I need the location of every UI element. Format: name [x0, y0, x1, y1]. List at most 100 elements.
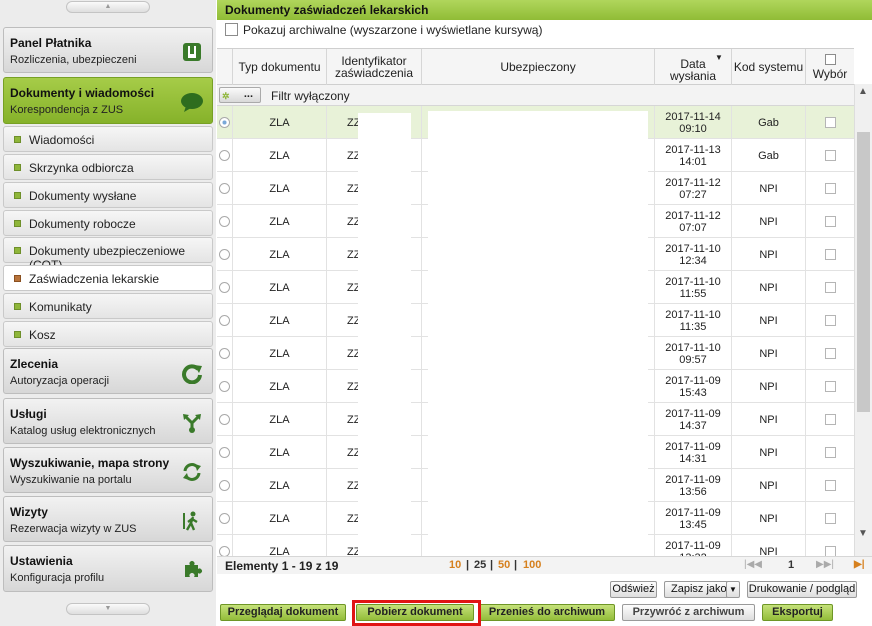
header-type[interactable]: Typ dokumentu: [233, 49, 327, 85]
panel-subtitle: Korespondencja z ZUS: [10, 104, 124, 116]
panel-title: Wizyty: [10, 505, 48, 519]
scroll-down-icon[interactable]: ▼: [858, 528, 868, 539]
panel-wizyty[interactable]: Wizyty Rezerwacja wizyty w ZUS: [3, 496, 213, 542]
page-size-50[interactable]: 50: [498, 559, 510, 571]
sidebar-item-cot[interactable]: Dokumenty ubezpieczeniowe (COT): [3, 237, 213, 272]
row-checkbox[interactable]: [824, 216, 836, 227]
row-checkbox[interactable]: [824, 315, 836, 326]
page-size-10[interactable]: 10: [449, 559, 461, 571]
sidebar-scroll-down-button[interactable]: ▼: [66, 603, 150, 615]
panel-uslugi[interactable]: Usługi Katalog usług elektronicznych: [3, 398, 213, 444]
sidebar-item-skrzynka[interactable]: Skrzynka odbiorcza: [3, 154, 213, 180]
row-radio[interactable]: [219, 447, 230, 458]
row-radio[interactable]: [219, 315, 230, 326]
cell-select: [806, 403, 854, 436]
cell-date-day: 2017-11-09: [665, 506, 721, 519]
scroll-thumb[interactable]: [857, 132, 870, 412]
save-as-dropdown[interactable]: ▼: [726, 581, 740, 598]
row-checkbox[interactable]: [824, 183, 836, 194]
row-checkbox[interactable]: [824, 447, 836, 458]
save-as-button[interactable]: Zapisz jako: [664, 581, 728, 598]
row-radio[interactable]: [219, 150, 230, 161]
archive-toggle[interactable]: Pokazuj archiwalne (wyszarzone i wyświet…: [225, 22, 542, 40]
row-checkbox[interactable]: [824, 513, 836, 524]
sidebar-item-label: Skrzynka odbiorcza: [29, 161, 134, 175]
cell-date: 2017-11-0913:32: [655, 535, 732, 556]
cell-date-day: 2017-11-12: [665, 209, 721, 222]
main-panel: Dokumenty zaświadczeń lekarskich Pokazuj…: [217, 0, 872, 626]
bullet-icon: [14, 331, 21, 338]
cell-select: [806, 304, 854, 337]
cell-type: ZLA: [233, 238, 327, 271]
cell-system: NPI: [732, 238, 806, 271]
cell-select: [806, 172, 854, 205]
row-radio[interactable]: [219, 381, 230, 392]
sidebar-scroll-up-button[interactable]: ▲: [66, 1, 150, 13]
speech-bubble-icon: [180, 90, 204, 114]
move-to-archive-button[interactable]: Przenieś do archiwum: [479, 604, 615, 621]
sidebar-item-robocze[interactable]: Dokumenty robocze: [3, 210, 213, 236]
row-checkbox[interactable]: [824, 348, 836, 359]
sidebar-item-komunikaty[interactable]: Komunikaty: [3, 293, 213, 319]
row-checkbox[interactable]: [824, 414, 836, 425]
browse-document-button[interactable]: Przeglądaj dokument: [220, 604, 346, 621]
panel-dokumenty[interactable]: Dokumenty i wiadomości Korespondencja z …: [3, 77, 213, 124]
sidebar-item-zaswiadczenia[interactable]: Zaświadczenia lekarskie: [3, 265, 213, 291]
row-radio[interactable]: [219, 513, 230, 524]
row-radio[interactable]: [219, 480, 230, 491]
header-date[interactable]: ▼ Data wysłania: [655, 49, 732, 85]
cell-select: [806, 337, 854, 370]
table-scrollbar[interactable]: ▲ ▼: [854, 84, 872, 556]
panel-zlecenia[interactable]: Zlecenia Autoryzacja operacji: [3, 348, 213, 394]
cell-system: NPI: [732, 172, 806, 205]
sidebar-item-label: Wiadomości: [29, 133, 95, 147]
select-all-checkbox[interactable]: [824, 54, 836, 65]
row-radio[interactable]: [219, 546, 230, 556]
row-radio[interactable]: [219, 348, 230, 359]
row-checkbox[interactable]: [824, 381, 836, 392]
row-radio[interactable]: [219, 414, 230, 425]
bullet-icon: [14, 164, 21, 171]
row-checkbox[interactable]: [824, 117, 836, 128]
row-checkbox[interactable]: [824, 150, 836, 161]
cell-system: NPI: [732, 535, 806, 556]
first-page-icon[interactable]: |◀◀: [744, 559, 762, 570]
row-radio[interactable]: [219, 183, 230, 194]
scroll-up-icon[interactable]: ▲: [858, 86, 868, 97]
row-radio[interactable]: [219, 216, 230, 227]
panel-ustawienia[interactable]: Ustawienia Konfiguracja profilu: [3, 545, 213, 592]
refresh-button[interactable]: Odśwież: [610, 581, 657, 598]
cell-date-time: 14:31: [679, 452, 707, 465]
header-insured[interactable]: Ubezpieczony: [422, 49, 655, 85]
row-checkbox[interactable]: [824, 480, 836, 491]
row-checkbox[interactable]: [824, 282, 836, 293]
row-radio[interactable]: [219, 117, 230, 128]
filter-button[interactable]: ✲...: [219, 87, 261, 103]
cell-date: 2017-11-12 07:07: [655, 205, 732, 238]
panel-title: Dokumenty i wiadomości: [10, 86, 155, 100]
sidebar-item-wyslane[interactable]: Dokumenty wysłane: [3, 182, 213, 208]
sidebar-item-label: Zaświadczenia lekarskie: [29, 272, 160, 286]
page-size-25[interactable]: 25: [474, 559, 486, 571]
bullet-icon: [14, 247, 21, 254]
export-button[interactable]: Eksportuj: [762, 604, 833, 621]
sidebar-item-wiadomosci[interactable]: Wiadomości: [3, 126, 213, 152]
archive-checkbox[interactable]: [225, 23, 238, 37]
highlight-frame: [352, 600, 481, 626]
filter-status: Filtr wyłączony: [271, 89, 350, 103]
sidebar-item-kosz[interactable]: Kosz: [3, 321, 213, 347]
last-page-icon[interactable]: ▶|: [854, 559, 865, 570]
row-radio[interactable]: [219, 249, 230, 260]
row-checkbox[interactable]: [824, 249, 836, 260]
page-size-100[interactable]: 100: [523, 559, 541, 571]
print-preview-button[interactable]: Drukowanie / podgląd: [747, 581, 857, 598]
cell-type: ZLA: [233, 469, 327, 502]
panel-wyszukiwanie[interactable]: Wyszukiwanie, mapa strony Wyszukiwanie n…: [3, 447, 213, 493]
restore-from-archive-button[interactable]: Przywróć z archiwum: [622, 604, 755, 621]
panel-platnika[interactable]: Panel Płatnika Rozliczenia, ubezpieczeni: [3, 27, 213, 73]
header-system[interactable]: Kod systemu: [732, 49, 806, 85]
next-page-icon[interactable]: ▶▶|: [816, 559, 834, 570]
header-id[interactable]: Identyfikator zaświadczenia: [327, 49, 422, 85]
row-checkbox[interactable]: [824, 546, 836, 556]
row-radio[interactable]: [219, 282, 230, 293]
